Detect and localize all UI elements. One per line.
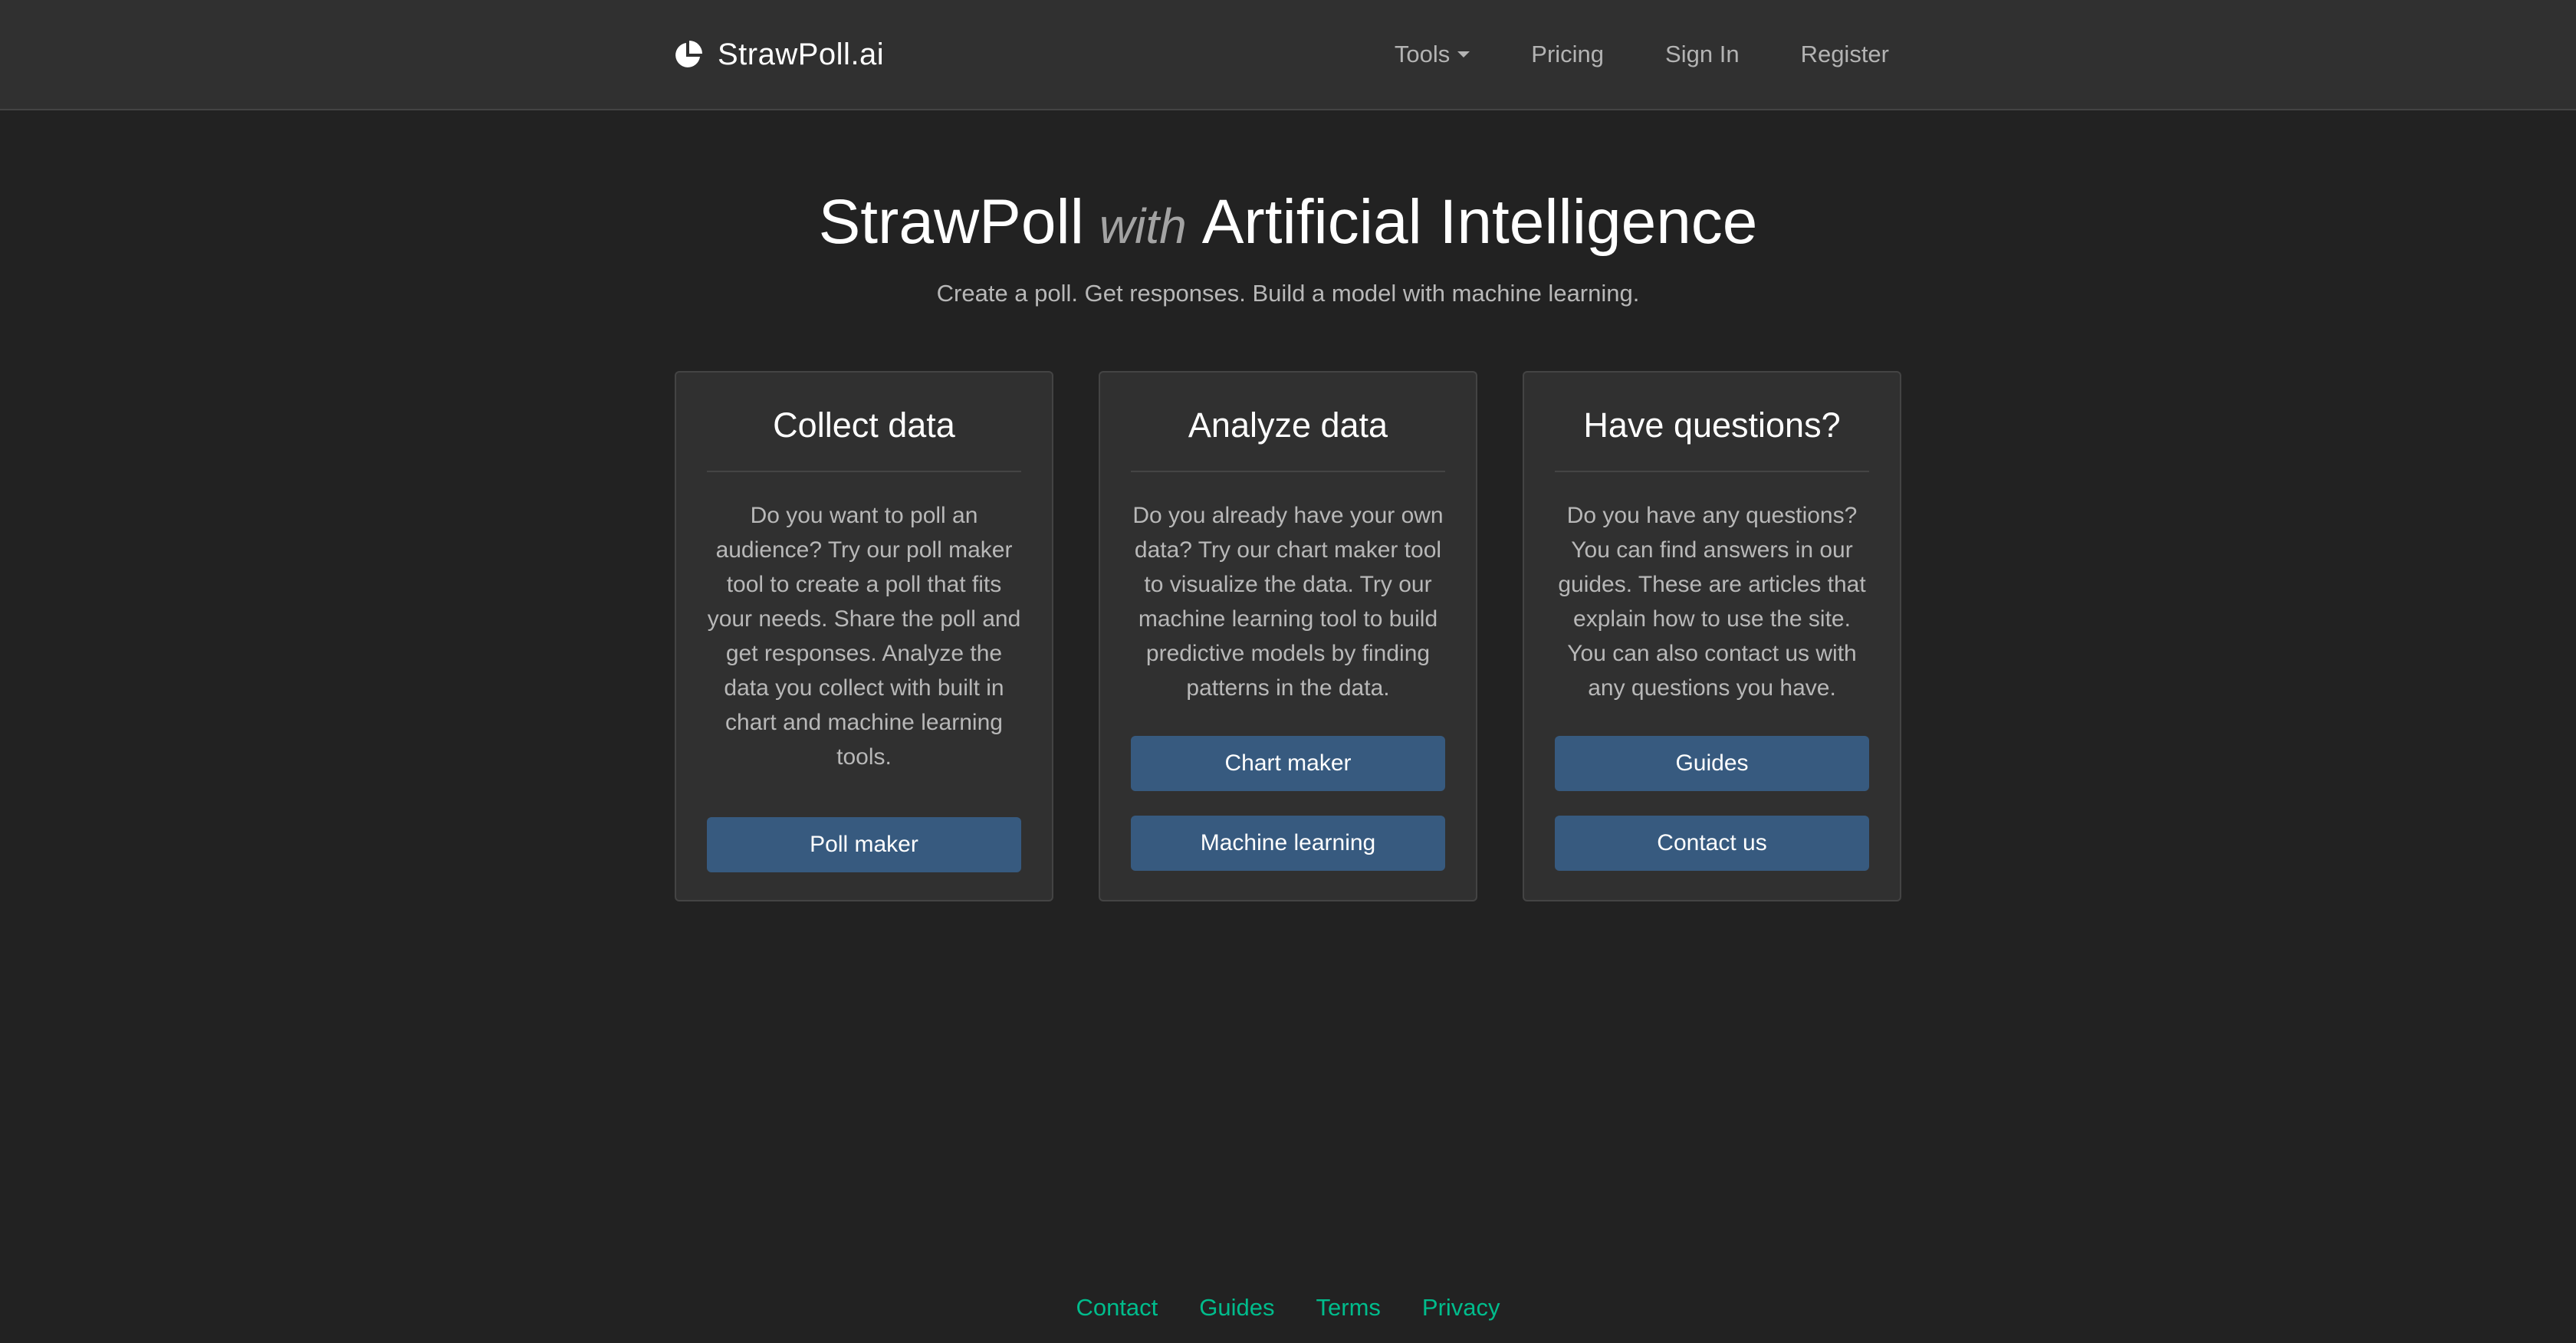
brand-name: StrawPoll.ai: [718, 37, 885, 71]
card-analyze-data: Analyze data Do you already have your ow…: [1099, 371, 1477, 901]
card-have-questions: Have questions? Do you have any question…: [1523, 371, 1901, 901]
page-title: StrawPoll with Artificial Intelligence: [0, 181, 2576, 268]
chart-maker-button[interactable]: Chart maker: [1131, 736, 1445, 791]
card-title: Have questions?: [1555, 399, 1869, 472]
title-strawpoll: StrawPoll: [818, 187, 1084, 257]
title-ai: Artificial Intelligence: [1201, 187, 1758, 257]
nav-register[interactable]: Register: [1801, 41, 1889, 68]
nav-links: Tools Pricing Sign In Register: [1395, 0, 1889, 109]
nav-sign-in[interactable]: Sign In: [1665, 41, 1740, 68]
caret-down-icon: [1457, 51, 1470, 57]
pie-chart-icon: [675, 41, 702, 67]
card-text: Do you already have your own data? Try o…: [1132, 503, 1444, 701]
poll-maker-button[interactable]: Poll maker: [707, 817, 1021, 872]
feature-cards: Collect data Do you want to poll an audi…: [675, 371, 1901, 901]
footer: Contact Guides Terms Privacy: [0, 1294, 2576, 1322]
title-with: with: [1099, 199, 1187, 254]
card-text: Do you want to poll an audience? Try our…: [707, 503, 1021, 770]
card-title: Analyze data: [1131, 399, 1445, 472]
footer-link-contact[interactable]: Contact: [1076, 1294, 1158, 1322]
nav-tools-dropdown[interactable]: Tools: [1395, 41, 1470, 68]
nav-tools-label: Tools: [1394, 41, 1451, 67]
nav-pricing[interactable]: Pricing: [1531, 41, 1604, 68]
card-text: Do you have any questions? You can find …: [1558, 503, 1866, 701]
card-collect-data: Collect data Do you want to poll an audi…: [675, 371, 1053, 901]
navbar: StrawPoll.ai Tools Pricing Sign In Regis…: [0, 0, 2576, 110]
contact-us-button[interactable]: Contact us: [1555, 816, 1869, 871]
brand-link[interactable]: StrawPoll.ai: [673, 0, 884, 109]
machine-learning-button[interactable]: Machine learning: [1131, 816, 1445, 871]
card-title: Collect data: [707, 399, 1021, 472]
footer-link-guides[interactable]: Guides: [1199, 1294, 1274, 1322]
guides-button[interactable]: Guides: [1555, 736, 1869, 791]
footer-link-terms[interactable]: Terms: [1316, 1294, 1381, 1322]
footer-link-privacy[interactable]: Privacy: [1422, 1294, 1500, 1322]
page-subtitle: Create a poll. Get responses. Build a mo…: [936, 280, 1640, 307]
hero: StrawPoll with Artificial Intelligence Cre…: [0, 181, 2576, 307]
